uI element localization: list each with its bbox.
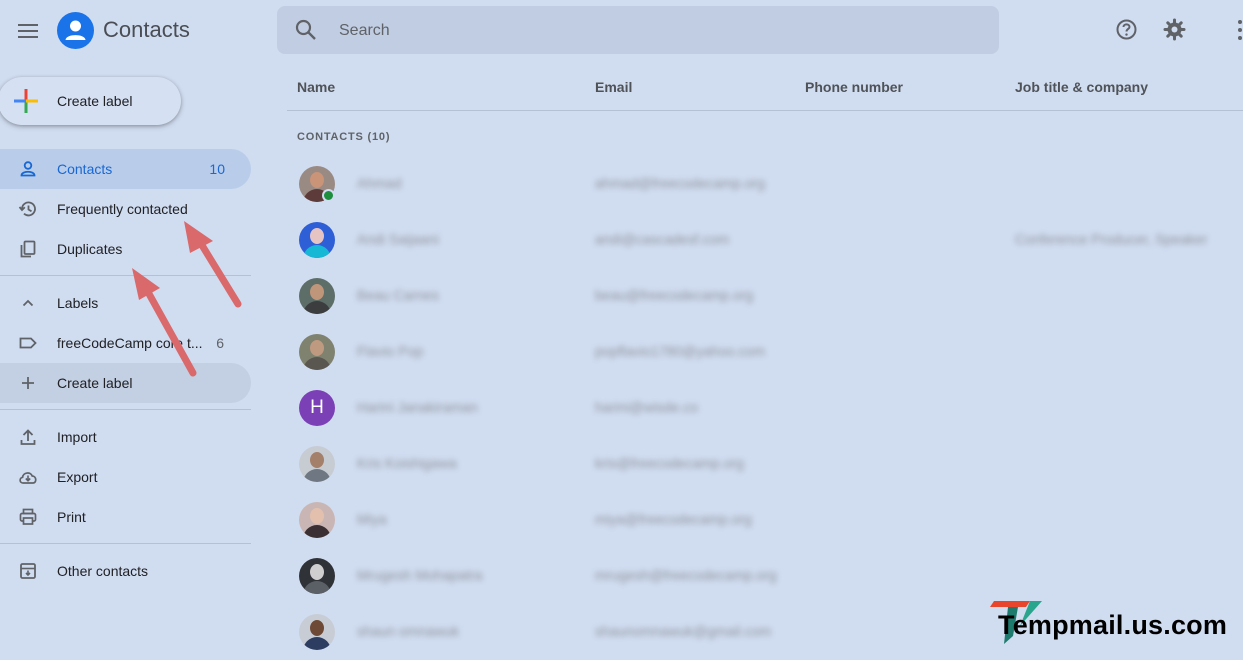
create-contact-button[interactable]: Create label	[0, 77, 181, 125]
avatar: H	[299, 390, 335, 426]
sidebar-item-label: Export	[57, 469, 98, 485]
sidebar-item-export[interactable]: Export	[0, 457, 251, 497]
label-count: 6	[216, 335, 224, 351]
person-icon	[20, 161, 36, 177]
avatar	[299, 614, 335, 650]
sidebar-item-other-contacts[interactable]: Other contacts	[0, 551, 251, 591]
avatar	[299, 222, 335, 258]
table-row[interactable]: Flavio Pop popflavio1780@yahoo.com	[287, 324, 1243, 380]
contacts-logo-icon[interactable]	[57, 12, 94, 49]
contact-name: Mrugesh Mohapatra	[357, 567, 483, 583]
header-divider	[287, 110, 1243, 111]
table-row[interactable]: Beau Carnes beau@freecodecamp.org	[287, 268, 1243, 324]
sidebar-item-import[interactable]: Import	[0, 417, 251, 457]
contacts-section-label: CONTACTS (10)	[297, 131, 391, 143]
contact-email: beau@freecodecamp.org	[595, 287, 754, 303]
more-vert-icon	[1238, 20, 1242, 40]
sidebar-item-label: Frequently contacted	[57, 201, 188, 217]
sidebar-item-duplicates[interactable]: Duplicates	[0, 229, 251, 269]
contact-name: Flavio Pop	[357, 343, 424, 359]
help-button[interactable]	[1114, 17, 1139, 47]
sidebar-item-label: Import	[57, 429, 97, 445]
sidebar-item-frequently-contacted[interactable]: Frequently contacted	[0, 189, 251, 229]
table-row[interactable]: Mrugesh Mohapatra mrugesh@freecodecamp.o…	[287, 548, 1243, 604]
table-row[interactable]: Andi Saijaani andi@cascadesf.com Confere…	[287, 212, 1243, 268]
table-row[interactable]: H Harini Janakiraman harini@wisde.co	[287, 380, 1243, 436]
labels-header-label: Labels	[57, 295, 99, 311]
contact-name: Beau Carnes	[357, 287, 439, 303]
contact-email: popflavio1780@yahoo.com	[595, 343, 765, 359]
sidebar-divider	[0, 275, 251, 276]
more-options-button[interactable]	[1234, 17, 1243, 43]
history-icon	[18, 201, 36, 217]
table-row[interactable]: Kris Koishigawa kris@freecodecamp.org	[287, 436, 1243, 492]
label-icon	[19, 337, 37, 349]
search-bar[interactable]	[277, 6, 999, 54]
sidebar-divider	[0, 409, 251, 410]
avatar	[299, 558, 335, 594]
contact-email: andi@cascadesf.com	[595, 231, 730, 247]
watermark-text: Tempmail.us.com	[998, 610, 1228, 640]
settings-button[interactable]	[1162, 17, 1187, 47]
gear-icon	[1163, 18, 1186, 41]
contact-email: shaunomnawuk@gmail.com	[595, 623, 772, 639]
contact-name: Ahmad	[357, 175, 402, 191]
avatar	[299, 334, 335, 370]
search-icon[interactable]	[295, 19, 317, 41]
column-header-job[interactable]: Job title & company	[1015, 79, 1148, 95]
cloud-download-icon	[19, 472, 37, 484]
contact-email: kris@freecodecamp.org	[595, 455, 744, 471]
column-header-email[interactable]: Email	[595, 79, 632, 95]
create-contact-label: Create label	[57, 93, 133, 109]
hamburger-menu-icon	[18, 24, 38, 38]
contact-name: Kris Koishigawa	[357, 455, 457, 471]
archive-icon	[20, 563, 36, 579]
duplicate-icon	[20, 240, 36, 258]
sidebar-item-contacts[interactable]: Contacts 10	[0, 149, 251, 189]
sidebar-item-label: freeCodeCamp core t...	[57, 335, 203, 351]
sidebar-item-label: Other contacts	[57, 563, 149, 579]
print-icon	[19, 508, 37, 525]
sidebar-item-label-freecodecamp[interactable]: freeCodeCamp core t... 6	[0, 323, 251, 363]
sidebar-item-label: Print	[57, 509, 86, 525]
contact-name: Miya	[357, 511, 387, 527]
avatar-initial: H	[310, 397, 324, 418]
contact-email: mrugesh@freecodecamp.org	[595, 567, 777, 583]
app-title[interactable]: Contacts	[103, 17, 190, 43]
column-header-name[interactable]: Name	[297, 79, 335, 95]
table-row[interactable]: Miya miya@freecodecamp.org	[287, 492, 1243, 548]
column-header-phone[interactable]: Phone number	[805, 79, 903, 95]
sidebar-item-label: Contacts	[57, 161, 113, 177]
watermark-logo: Tempmail.us.com	[990, 598, 1240, 648]
avatar	[299, 446, 335, 482]
top-bar: Contacts	[0, 0, 1243, 62]
sidebar-item-print[interactable]: Print	[0, 497, 251, 537]
contacts-count: 10	[209, 161, 225, 177]
contact-email: harini@wisde.co	[595, 399, 698, 415]
sidebar-divider	[0, 543, 251, 544]
create-label-label: Create label	[57, 375, 133, 391]
contact-job: Conference Producer, Speaker	[1015, 231, 1208, 247]
contact-name: shaun omnawuk	[357, 623, 459, 639]
upload-icon	[20, 429, 36, 445]
contact-name: Andi Saijaani	[357, 231, 439, 247]
contact-email: miya@freecodecamp.org	[595, 511, 752, 527]
contact-email: ahmad@freecodecamp.org	[595, 175, 765, 191]
labels-header[interactable]: Labels	[0, 283, 251, 323]
contact-name: Harini Janakiraman	[357, 399, 478, 415]
avatar	[299, 502, 335, 538]
avatar	[299, 278, 335, 314]
plus-icon	[22, 377, 34, 389]
create-label-button[interactable]: Create label	[0, 363, 251, 403]
search-input[interactable]	[337, 18, 941, 44]
table-row[interactable]: Ahmad ahmad@freecodecamp.org	[287, 156, 1243, 212]
help-icon	[1116, 19, 1137, 40]
sidebar-item-label: Duplicates	[57, 241, 123, 257]
chevron-up-icon[interactable]	[18, 293, 38, 313]
online-status-icon	[322, 189, 335, 202]
main-menu-button[interactable]	[10, 13, 46, 49]
colorful-plus-icon	[14, 89, 38, 113]
